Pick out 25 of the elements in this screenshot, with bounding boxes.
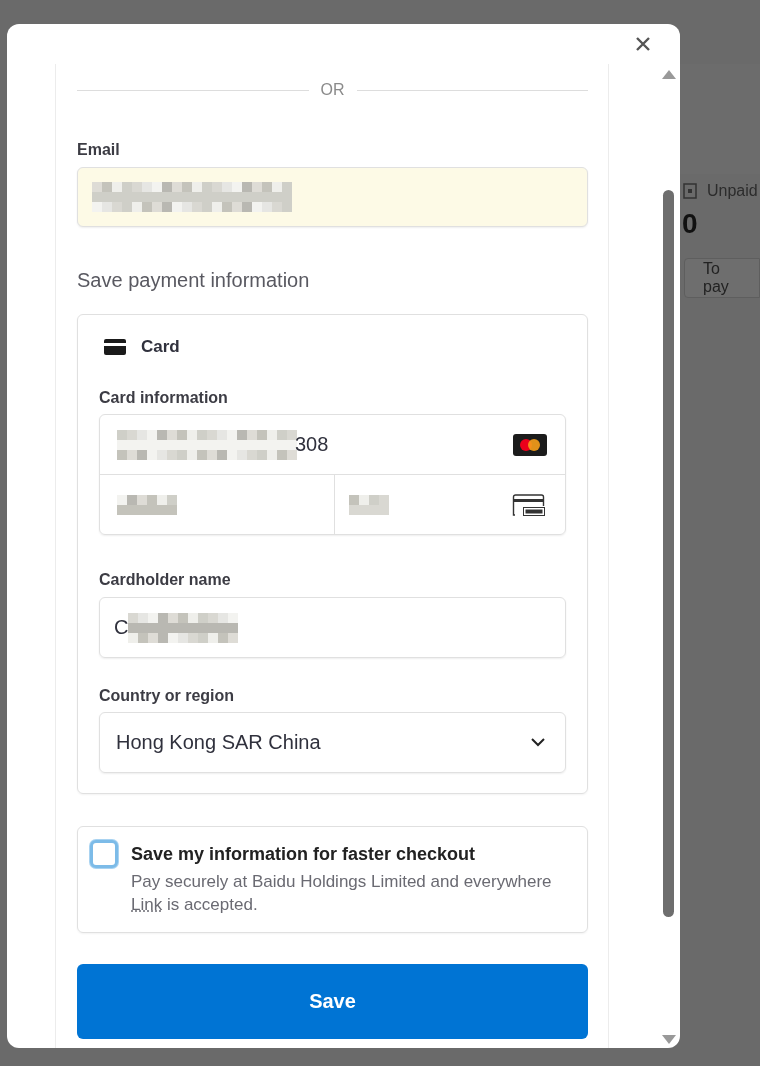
payment-method-label: Card	[141, 337, 180, 357]
save-button[interactable]: Save	[77, 964, 588, 1039]
link[interactable]: Link	[131, 895, 163, 914]
checkbox-label: Save my information for faster checkout	[131, 844, 477, 865]
mastercard-icon	[513, 433, 547, 456]
chevron-down-icon	[531, 738, 545, 747]
checkbox[interactable]	[90, 840, 118, 868]
card-icon	[104, 339, 126, 355]
card-cvc-icon	[512, 493, 545, 516]
pixelated-text-drawing	[348, 494, 389, 515]
pixelated-text-drawing	[117, 494, 177, 515]
field-label: Cardholder name	[99, 571, 232, 589]
field-label: Country or region	[99, 687, 236, 705]
field-label: Email	[77, 141, 121, 159]
receipt-icon	[683, 183, 697, 199]
unpaid-label: Unpaid	[707, 182, 758, 200]
save-info-description: Pay securely at Baidu Holdings Limited and everywhere Link is accepted.	[131, 871, 553, 916]
close-icon[interactable]	[634, 35, 652, 53]
cardholder-field[interactable]: C	[99, 597, 566, 658]
divider-text: OR	[320, 81, 345, 99]
email-field[interactable]	[77, 167, 588, 227]
section-title: Save payment information	[77, 269, 311, 292]
unpaid-count: 0	[681, 207, 699, 240]
field-label: Card information	[99, 389, 229, 407]
country-select[interactable]: Hong Kong SAR China	[99, 712, 566, 773]
